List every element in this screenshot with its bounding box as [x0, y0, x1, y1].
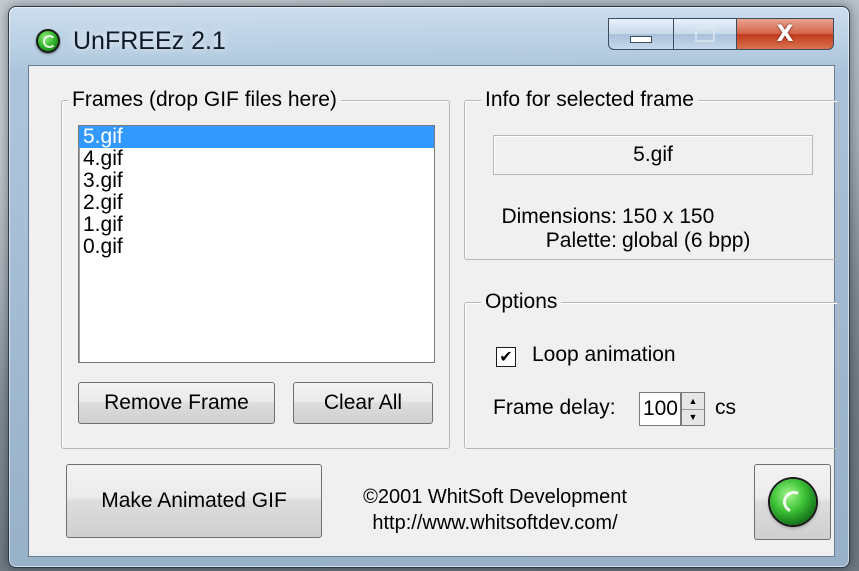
info-group: Info for selected frame 5.gif Dimensions… — [464, 88, 839, 260]
app-swirl-icon[interactable] — [36, 29, 60, 53]
dimensions-label: Dimensions: — [501, 205, 617, 228]
options-group-title: Options — [481, 290, 562, 314]
website-link[interactable]: http://www.whitsoftdev.com/ — [345, 510, 645, 536]
spin-down-icon[interactable]: ▼ — [682, 409, 704, 425]
list-item[interactable]: 0.gif — [79, 236, 434, 258]
copyright-line: ©2001 WhitSoft Development — [363, 486, 627, 508]
list-item[interactable]: 5.gif — [79, 126, 434, 148]
loop-animation-checkbox[interactable]: ✔ — [496, 347, 516, 367]
dimensions-value: 150 x 150 — [622, 205, 715, 228]
frames-list[interactable]: 5.gif 4.gif 3.gif 2.gif 1.gif 0.gif — [78, 125, 435, 363]
app-window: UnFREEz 2.1 X Frames (drop GIF files her… — [8, 6, 850, 568]
window-title: UnFREEz 2.1 — [73, 27, 226, 55]
list-item[interactable]: 3.gif — [79, 170, 434, 192]
options-group: Options ✔ Loop animation Frame delay: ▲ … — [464, 290, 839, 449]
maximize-icon — [695, 26, 715, 42]
info-group-title: Info for selected frame — [481, 88, 698, 112]
frames-group-title: Frames (drop GIF files here) — [68, 88, 341, 112]
close-icon: X — [776, 21, 794, 47]
frame-delay-spinner[interactable]: ▲ ▼ — [681, 392, 705, 426]
remove-frame-button[interactable]: Remove Frame — [78, 382, 275, 424]
list-item[interactable]: 1.gif — [79, 214, 434, 236]
frame-delay-unit: cs — [715, 396, 736, 419]
frame-delay-label: Frame delay: — [493, 396, 616, 419]
green-swirl-logo-icon — [769, 479, 816, 525]
list-item[interactable]: 4.gif — [79, 148, 434, 170]
spin-up-icon[interactable]: ▲ — [682, 393, 704, 410]
clear-all-button[interactable]: Clear All — [293, 382, 433, 424]
logo-button[interactable] — [754, 464, 831, 540]
make-animated-gif-button[interactable]: Make Animated GIF — [66, 464, 322, 538]
frame-delay-input[interactable] — [639, 392, 681, 426]
checkmark-icon: ✔ — [499, 347, 513, 366]
loop-animation-label[interactable]: Loop animation — [532, 343, 676, 367]
palette-value: global (6 bpp) — [622, 229, 751, 252]
minimize-button[interactable] — [608, 18, 674, 50]
title-bar[interactable]: UnFREEz 2.1 X — [9, 7, 849, 65]
client-area: Frames (drop GIF files here) 5.gif 4.gif… — [28, 65, 839, 557]
close-button[interactable]: X — [736, 18, 834, 50]
frames-group: Frames (drop GIF files here) 5.gif 4.gif… — [61, 88, 450, 449]
maximize-button — [673, 18, 737, 50]
minimize-icon — [630, 35, 652, 43]
palette-label: Palette: — [545, 229, 617, 252]
list-item[interactable]: 2.gif — [79, 192, 434, 214]
copyright-text: ©2001 WhitSoft Development http://www.wh… — [345, 484, 645, 536]
selected-filename: 5.gif — [493, 135, 813, 175]
